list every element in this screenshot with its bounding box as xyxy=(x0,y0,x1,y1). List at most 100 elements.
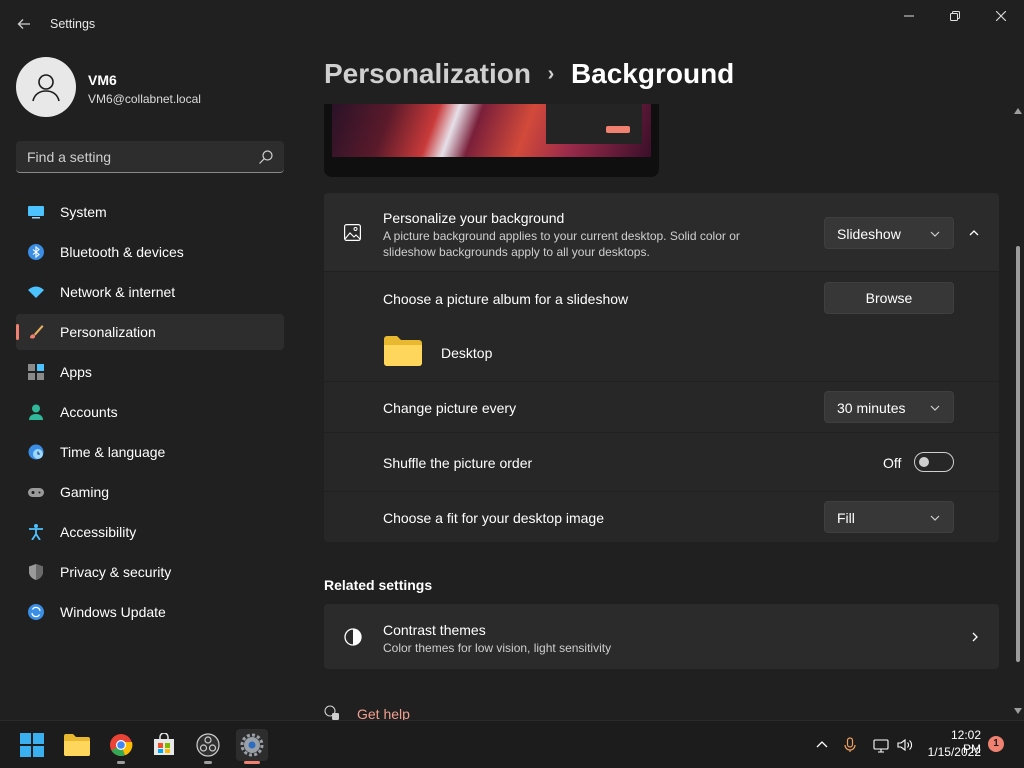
clock-date[interactable]: 1/15/2022 xyxy=(925,745,981,759)
personalize-background-card: Personalize your background A picture ba… xyxy=(324,193,999,271)
avatar[interactable] xyxy=(16,57,76,117)
wifi-icon xyxy=(28,286,44,298)
restore-icon xyxy=(950,11,960,21)
folder-icon xyxy=(64,734,90,756)
sidebar-item-label: Privacy & security xyxy=(60,564,172,580)
running-indicator xyxy=(244,761,260,764)
title-bar: Settings xyxy=(0,0,1024,48)
chevron-down-icon xyxy=(930,405,940,411)
system-icon xyxy=(28,206,44,219)
notification-badge[interactable]: 1 xyxy=(988,736,1004,752)
chevron-right-icon xyxy=(972,632,978,642)
accounts-icon xyxy=(29,404,43,420)
folder-icon xyxy=(384,336,422,366)
search-box[interactable]: Find a setting xyxy=(16,141,284,173)
contrast-icon xyxy=(344,628,362,646)
shuffle-row: Shuffle the picture order Off xyxy=(324,433,999,491)
brush-icon xyxy=(30,325,44,339)
taskbar-store[interactable] xyxy=(148,729,180,761)
sidebar-item-label: Accounts xyxy=(60,404,118,420)
album-label: Choose a picture album for a slideshow xyxy=(383,291,629,307)
sidebar-item-windows-update[interactable]: Windows Update xyxy=(16,594,284,630)
sidebar-item-apps[interactable]: Apps xyxy=(16,354,284,390)
fit-row: Choose a fit for your desktop image Fill xyxy=(324,492,999,542)
sidebar-item-label: Bluetooth & devices xyxy=(60,244,184,260)
taskbar-obs[interactable] xyxy=(192,729,224,764)
user-email: VM6@collabnet.local xyxy=(88,92,201,106)
image-icon xyxy=(344,224,361,241)
back-arrow-icon xyxy=(17,19,30,29)
chrome-icon xyxy=(110,734,133,757)
browse-button[interactable]: Browse xyxy=(824,282,954,314)
preview-accent xyxy=(606,126,630,133)
shield-icon xyxy=(29,564,43,580)
interval-value: 30 minutes xyxy=(837,400,906,416)
start-button[interactable] xyxy=(16,729,48,761)
sidebar-item-network[interactable]: Network & internet xyxy=(16,274,284,310)
background-type-value: Slideshow xyxy=(837,226,901,242)
network-icon[interactable] xyxy=(873,737,889,753)
background-type-dropdown[interactable]: Slideshow xyxy=(824,217,954,249)
scrollbar-thumb[interactable] xyxy=(1016,246,1020,662)
chevron-up-icon[interactable] xyxy=(814,737,830,753)
sidebar-item-label: Personalization xyxy=(60,324,156,340)
shuffle-label: Shuffle the picture order xyxy=(383,455,533,471)
interval-label: Change picture every xyxy=(383,400,517,416)
scroll-down-icon[interactable] xyxy=(1014,708,1022,714)
apps-icon xyxy=(28,364,44,380)
sidebar-item-label: System xyxy=(60,204,107,220)
taskbar-settings[interactable] xyxy=(236,729,268,764)
update-icon xyxy=(28,604,44,620)
clock-globe-icon xyxy=(28,444,44,460)
sidebar-item-personalization[interactable]: Personalization xyxy=(16,314,284,350)
windows-logo-icon xyxy=(20,733,44,757)
sidebar-item-system[interactable]: System xyxy=(16,194,284,230)
sidebar-item-accessibility[interactable]: Accessibility xyxy=(16,514,284,550)
personalize-background-desc-1: A picture background applies to your cur… xyxy=(383,229,740,243)
breadcrumb-parent[interactable]: Personalization xyxy=(324,58,531,89)
back-button[interactable] xyxy=(12,12,36,36)
taskbar-file-explorer[interactable] xyxy=(61,729,93,761)
sidebar-item-label: Network & internet xyxy=(60,284,176,300)
volume-icon[interactable] xyxy=(897,737,913,753)
scroll-up-icon[interactable] xyxy=(1014,108,1022,114)
interval-dropdown[interactable]: 30 minutes xyxy=(824,391,954,423)
obs-icon xyxy=(196,733,220,757)
gamepad-icon xyxy=(28,488,44,497)
taskbar-chrome[interactable] xyxy=(105,729,137,764)
sidebar-item-label: Windows Update xyxy=(60,604,166,620)
taskbar xyxy=(0,720,1024,768)
sidebar-item-time-language[interactable]: Time & language xyxy=(16,434,284,470)
restore-button[interactable] xyxy=(932,0,978,32)
minimize-icon xyxy=(904,15,914,17)
bluetooth-icon xyxy=(28,244,44,260)
contrast-themes-link[interactable]: Contrast themes Color themes for low vis… xyxy=(324,604,999,669)
sidebar-item-privacy[interactable]: Privacy & security xyxy=(16,554,284,590)
user-icon xyxy=(32,74,60,102)
running-indicator xyxy=(204,761,212,764)
fit-dropdown[interactable]: Fill xyxy=(824,501,954,533)
preview-window xyxy=(546,104,642,144)
personalize-background-desc-2: slideshow backgrounds apply to all your … xyxy=(383,245,650,259)
sidebar-item-gaming[interactable]: Gaming xyxy=(16,474,284,510)
close-button[interactable] xyxy=(978,0,1024,32)
help-icon xyxy=(324,705,339,720)
app-title: Settings xyxy=(50,17,96,31)
sidebar-item-accounts[interactable]: Accounts xyxy=(16,394,284,430)
personalize-background-title: Personalize your background xyxy=(383,210,565,226)
contrast-themes-title: Contrast themes xyxy=(383,622,486,638)
shuffle-toggle[interactable] xyxy=(914,452,954,472)
chevron-down-icon xyxy=(930,515,940,521)
fit-label: Choose a fit for your desktop image xyxy=(383,510,605,526)
chevron-up-icon xyxy=(969,230,979,236)
sidebar-item-bluetooth[interactable]: Bluetooth & devices xyxy=(16,234,284,270)
collapse-button[interactable] xyxy=(958,217,990,249)
page-title: Background xyxy=(570,58,735,89)
sidebar-item-label: Time & language xyxy=(60,444,166,460)
microphone-icon[interactable] xyxy=(842,737,858,753)
contrast-themes-desc: Color themes for low vision, light sensi… xyxy=(383,641,612,655)
search-input[interactable]: Find a setting xyxy=(27,149,111,165)
search-icon[interactable] xyxy=(258,149,274,165)
minimize-button[interactable] xyxy=(886,0,932,32)
user-name: VM6 xyxy=(88,72,117,88)
